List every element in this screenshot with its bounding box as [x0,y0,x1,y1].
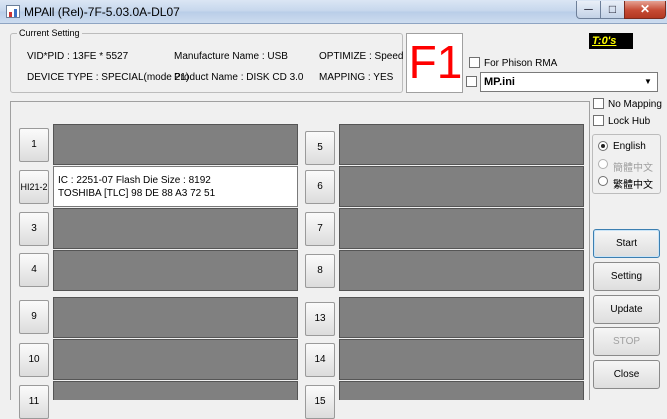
port-ic-info: IC : 2251-07 Flash Die Size : 8192 [58,175,211,186]
port-slot-active[interactable]: IC : 2251-07 Flash Die Size : 8192 TOSHI… [53,166,298,207]
english-radio[interactable] [598,141,608,151]
ini-enable-checkbox[interactable] [466,76,477,87]
stop-button[interactable]: STOP [593,327,660,356]
update-button[interactable]: Update [593,295,660,324]
lock-hub-label: Lock Hub [608,116,651,127]
port-flash-info: TOSHIBA [TLC] 98 DE 88 A3 72 51 [58,188,216,199]
ini-file-select[interactable]: MP.ini ▼ [480,72,658,92]
port-slot[interactable] [339,166,584,207]
for-phison-rma-checkbox[interactable] [469,57,480,68]
port-button[interactable]: 1 [19,128,49,162]
port-button[interactable]: 14 [305,343,335,377]
port-slot[interactable] [53,381,298,400]
port-button[interactable]: 11 [19,385,49,419]
port-button[interactable]: 9 [19,300,49,334]
port-slot[interactable] [339,208,584,249]
mapping-text: MAPPING : YES [319,72,394,83]
chevron-down-icon[interactable]: ▼ [641,74,655,90]
title-bar[interactable]: MPAll (Rel)-7F-5.03.0A-DL07 ─ □ ✕ [0,0,667,24]
minimize-button[interactable]: ─ [576,1,601,19]
timer-display: T:0's [589,33,633,49]
f1-indicator: F1 [406,33,463,93]
window-title: MPAll (Rel)-7F-5.03.0A-DL07 [24,5,180,19]
traditional-chinese-radio[interactable] [598,176,608,186]
port-slot[interactable] [53,124,298,165]
device-type-text: DEVICE TYPE : SPECIAL(mode 21) [27,72,190,83]
port-slot[interactable] [339,124,584,165]
optimize-text: OPTIMIZE : Speed [319,51,404,62]
simplified-chinese-radio[interactable] [598,159,608,169]
close-window-button[interactable]: ✕ [624,1,666,19]
port-slot[interactable] [339,381,584,400]
port-button[interactable]: 13 [305,302,335,336]
f1-label: F1 [408,36,463,88]
port-slot[interactable] [339,297,584,338]
port-slot[interactable] [53,339,298,380]
port-button[interactable]: 4 [19,253,49,287]
product-name-text: Product Name : DISK CD 3.0 [174,72,304,83]
start-button[interactable]: Start [593,229,660,258]
no-mapping-label: No Mapping [608,99,662,110]
no-mapping-checkbox[interactable] [593,98,604,109]
manufacture-name-text: Manufacture Name : USB [174,51,288,62]
english-label: English [613,141,646,152]
vid-pid-text: VID*PID : 13FE * 5527 [27,51,129,62]
port-button[interactable]: 3 [19,212,49,246]
app-icon [6,5,20,18]
port-button[interactable]: HI21-2 [19,170,49,204]
port-slot[interactable] [339,250,584,291]
current-setting-group [10,33,403,93]
port-slot[interactable] [53,297,298,338]
ini-file-value: MP.ini [484,76,515,88]
port-slot[interactable] [53,250,298,291]
port-slot[interactable] [339,339,584,380]
port-button[interactable]: 5 [305,131,335,165]
lock-hub-checkbox[interactable] [593,115,604,126]
setting-button[interactable]: Setting [593,262,660,291]
close-button[interactable]: Close [593,360,660,389]
for-phison-rma-label: For Phison RMA [484,58,558,69]
port-button[interactable]: 8 [305,254,335,288]
port-button[interactable]: 6 [305,170,335,204]
simplified-chinese-label: 簡體中文 [613,163,653,174]
port-slot[interactable] [53,208,298,249]
port-button[interactable]: 15 [305,385,335,419]
port-button[interactable]: 10 [19,343,49,377]
port-button[interactable]: 7 [305,212,335,246]
maximize-button[interactable]: □ [600,1,625,19]
current-setting-legend: Current Setting [17,28,82,38]
traditional-chinese-label: 繁體中文 [613,180,653,191]
